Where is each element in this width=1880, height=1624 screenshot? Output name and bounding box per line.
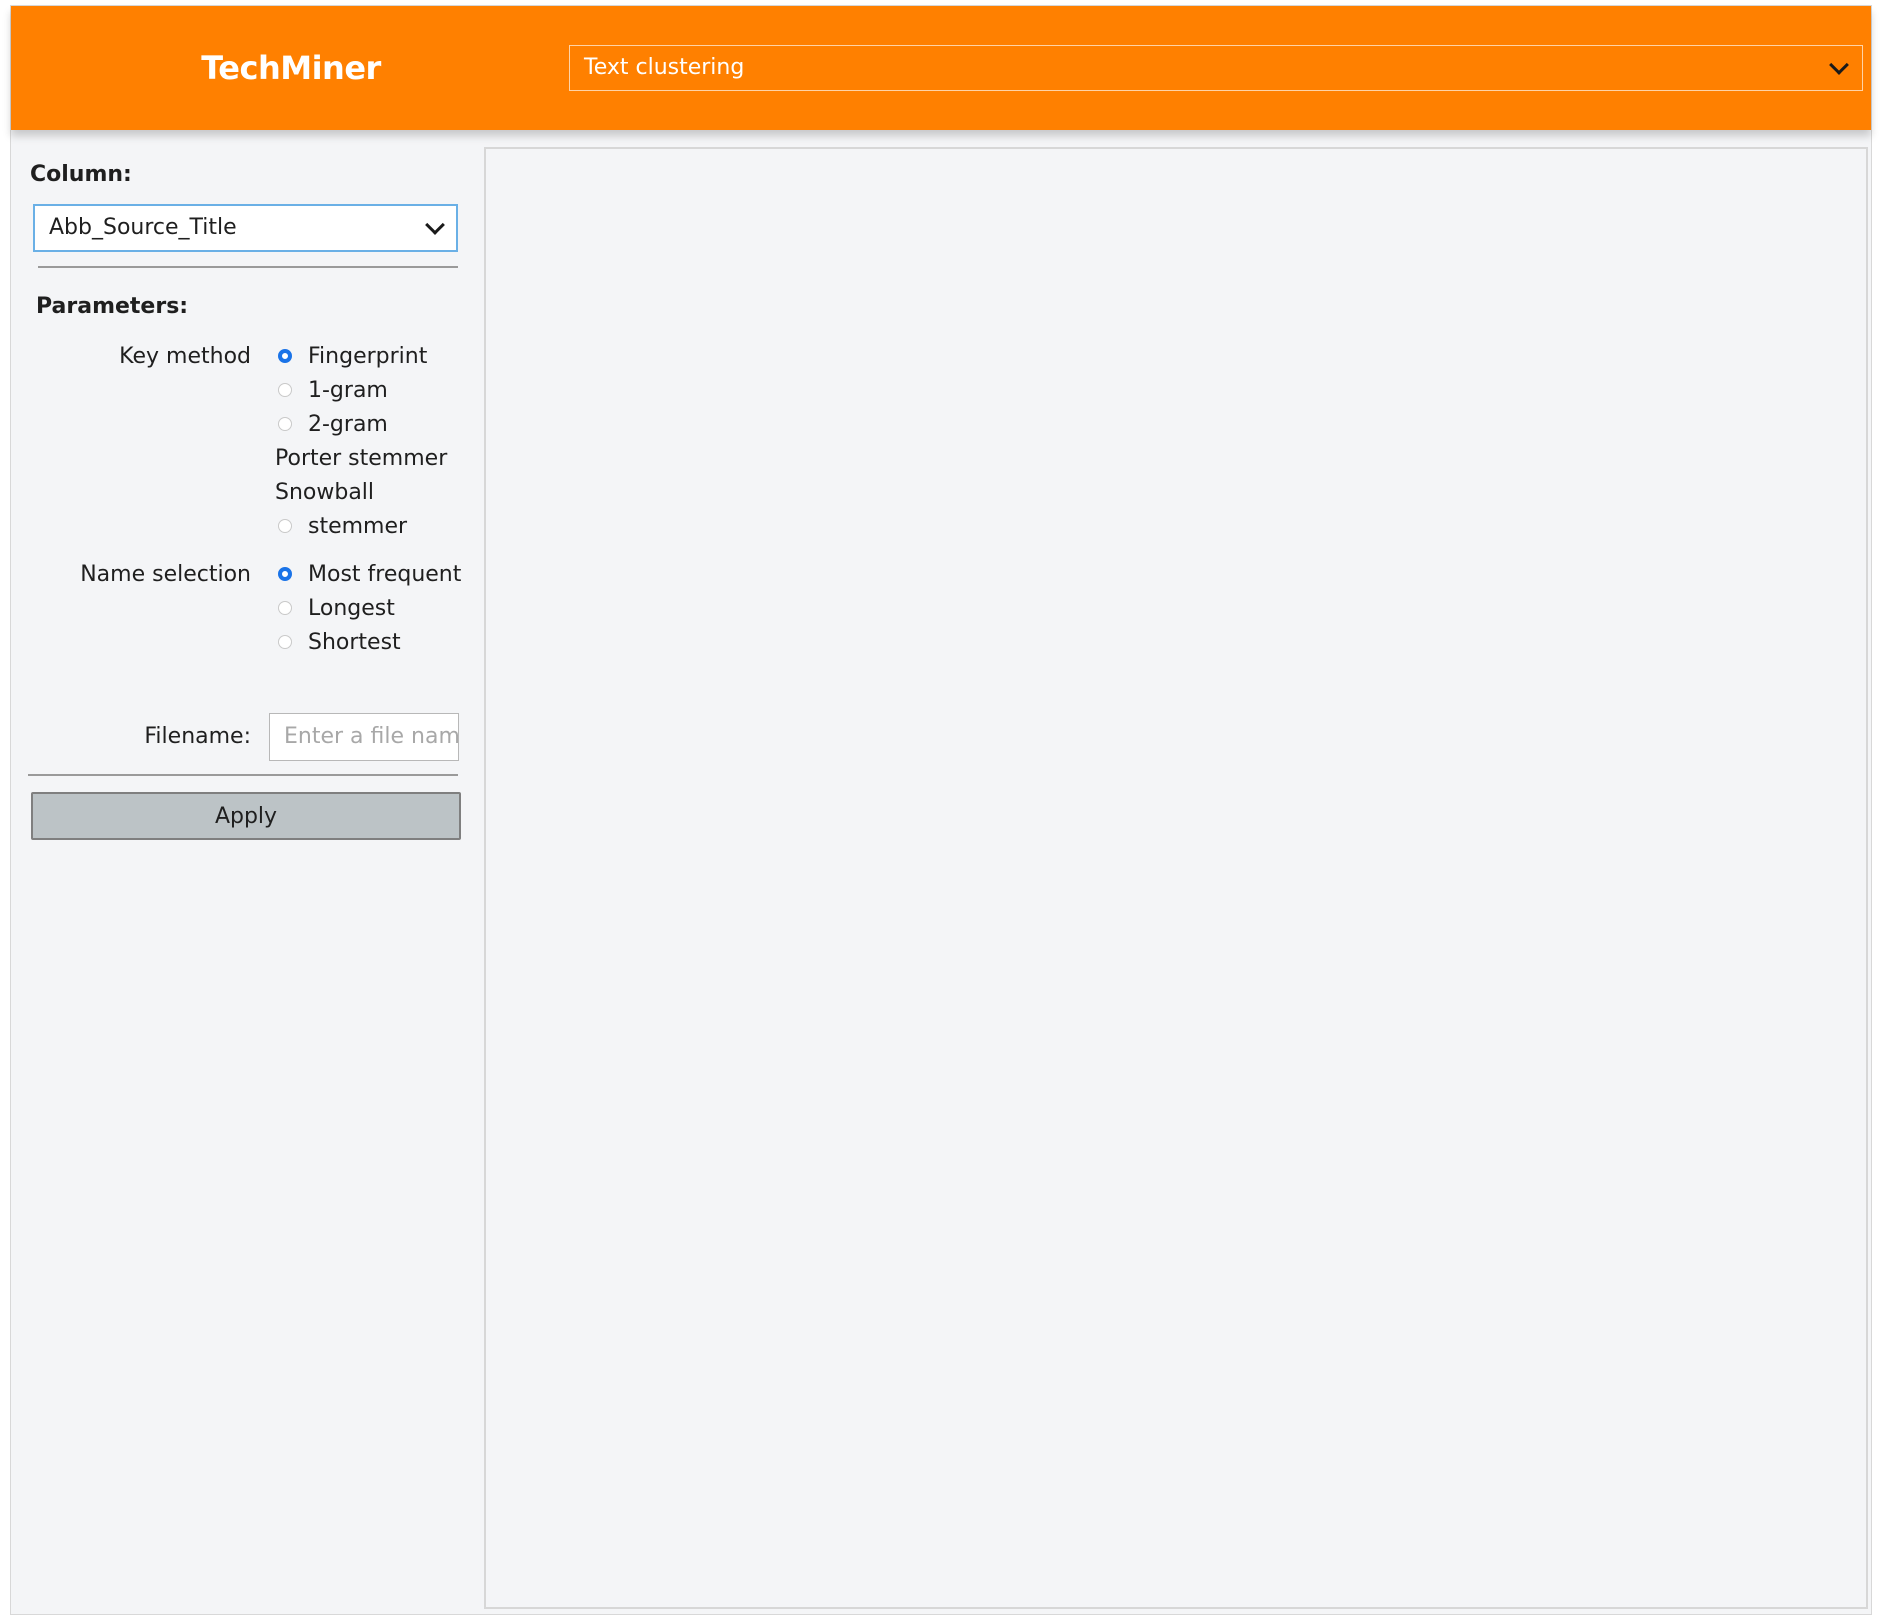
radio-label: stemmer: [308, 514, 408, 539]
chevron-down-icon: [425, 215, 445, 235]
radio-button[interactable]: [278, 635, 292, 649]
divider: [28, 774, 458, 776]
app-title: TechMiner: [201, 49, 381, 87]
radio-button[interactable]: [278, 417, 292, 431]
header-bar: TechMiner Text clustering: [11, 6, 1871, 130]
radio-label: 1-gram: [308, 378, 388, 403]
radio-button[interactable]: [278, 383, 292, 397]
radio-label: Most frequent: [308, 562, 462, 587]
output-panel: [484, 147, 1868, 1609]
radio-button-checked[interactable]: [278, 567, 292, 581]
parameters-label: Parameters:: [36, 294, 189, 319]
radio-button[interactable]: [278, 519, 292, 533]
divider: [38, 266, 458, 268]
radio-button-checked[interactable]: [278, 349, 292, 363]
key-method-label: Key method: [119, 344, 251, 369]
app-window: TechMiner Text clustering Column: Abb_So…: [10, 5, 1872, 1615]
name-selection-label: Name selection: [80, 562, 251, 587]
column-select[interactable]: Abb_Source_Title: [33, 204, 458, 252]
module-select-value: Text clustering: [584, 55, 745, 80]
radio-label: Fingerprint: [308, 344, 428, 369]
filename-input[interactable]: Enter a file name: [269, 713, 459, 761]
filename-label: Filename:: [144, 724, 251, 749]
apply-button[interactable]: Apply: [31, 792, 461, 840]
chevron-down-icon: [1829, 55, 1849, 75]
radio-label: Shortest: [308, 630, 401, 655]
radio-label: 2-gram: [308, 412, 388, 437]
column-select-value: Abb_Source_Title: [49, 215, 237, 240]
radio-button[interactable]: [278, 601, 292, 615]
radio-label: Longest: [308, 596, 395, 621]
radio-label-porter-stemmer[interactable]: Porter stemmer: [275, 446, 447, 471]
module-select[interactable]: Text clustering: [569, 45, 1863, 91]
column-label: Column:: [30, 162, 132, 187]
radio-label-snowball[interactable]: Snowball: [275, 480, 374, 505]
